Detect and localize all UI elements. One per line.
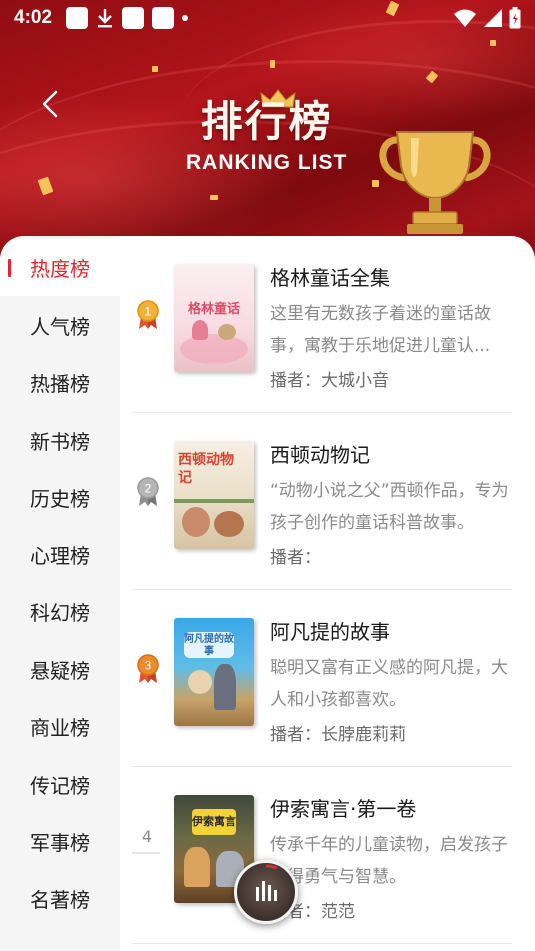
- notification-square-icon: [152, 7, 175, 29]
- book-description: “动物小说之父”西顿作品，专为孩子创作的童话科普故事。: [270, 481, 509, 533]
- sidebar-item-label: 商业榜: [30, 716, 90, 740]
- book-item[interactable]: 1 格林童话 格林童话全集 这里有无数孩子着迷的童话故事，寓教于乐地促进儿童认.…: [132, 236, 512, 413]
- cover-art: [214, 664, 236, 710]
- book-cover[interactable]: 西顿动物记: [174, 441, 254, 549]
- sidebar-item-label: 悬疑榜: [30, 659, 90, 683]
- sidebar-item-scifi[interactable]: 科幻榜: [0, 583, 120, 640]
- page-title-en: RANKING LIST: [186, 151, 348, 174]
- category-sidebar: 热度榜 人气榜 热播榜 新书榜 历史榜 心理榜 科幻榜 悬疑榜 商业榜 传记榜: [0, 236, 120, 951]
- active-indicator: [8, 259, 11, 277]
- book-list: 1 格林童话 格林童话全集 这里有无数孩子着迷的童话故事，寓教于乐地促进儿童认.…: [120, 236, 535, 951]
- cover-art: [180, 334, 248, 364]
- book-item[interactable]: 3 阿凡提的故事 阿凡提的故事 聪明又富有正义感的阿凡提，大人和小孩都喜欢。 播…: [132, 590, 512, 767]
- confetti: [210, 195, 218, 200]
- book-title: 格林童话全集: [270, 266, 390, 290]
- status-system-icons: [453, 7, 521, 29]
- cover-art: [188, 670, 212, 694]
- download-icon: [98, 9, 113, 28]
- book-narrator: 播者：长脖鹿莉莉: [270, 725, 406, 745]
- confetti: [270, 60, 275, 68]
- book-description: 聪明又富有正义感的阿凡提，大人和小孩都喜欢。: [270, 658, 508, 710]
- book-title: 伊索寓言·第一卷: [270, 797, 417, 821]
- cover-art: [182, 507, 210, 537]
- sidebar-item-label: 人气榜: [30, 315, 90, 339]
- cover-title: 西顿动物记: [178, 452, 234, 486]
- sidebar-item-most-played[interactable]: 热播榜: [0, 354, 120, 411]
- ranking-content: 热度榜 人气榜 热播榜 新书榜 历史榜 心理榜 科幻榜 悬疑榜 商业榜 传记榜: [0, 236, 535, 951]
- gold-medal-icon: 1: [137, 300, 159, 329]
- sidebar-item-biography[interactable]: 传记榜: [0, 756, 120, 813]
- rank-underline: [132, 852, 160, 854]
- rank-number: 3: [145, 659, 152, 673]
- silver-medal-icon: 2: [137, 477, 159, 506]
- trophy-icon: [379, 131, 491, 234]
- floating-player-button[interactable]: [234, 860, 298, 924]
- sidebar-item-label: 新书榜: [30, 430, 90, 454]
- book-title: 西顿动物记: [270, 443, 370, 467]
- sidebar-item-mystery[interactable]: 悬疑榜: [0, 641, 120, 698]
- sidebar-item-history[interactable]: 历史榜: [0, 469, 120, 526]
- status-notifications: [66, 7, 189, 29]
- cover-art: [184, 847, 210, 887]
- sidebar-item-popular[interactable]: 人气榜: [0, 297, 120, 354]
- sidebar-item-label: 名著榜: [30, 888, 90, 912]
- sidebar-item-label: 科幻榜: [30, 601, 90, 625]
- audio-bars-icon: [256, 864, 278, 901]
- book-cover[interactable]: 阿凡提的故事: [174, 618, 254, 726]
- sidebar-item-label: 军事榜: [30, 831, 90, 855]
- cover-art: [214, 511, 244, 537]
- cover-title: 阿凡提的故事: [184, 634, 234, 657]
- sidebar-item-label: 历史榜: [30, 487, 90, 511]
- bronze-medal-icon: 3: [137, 654, 159, 683]
- cover-title: 格林童话: [187, 302, 240, 317]
- sidebar-item-label: 传记榜: [30, 774, 90, 798]
- rank-number: 4: [141, 827, 153, 846]
- sidebar-item-new-books[interactable]: 新书榜: [0, 412, 120, 469]
- book-item[interactable]: 4 伊索寓言 伊索寓言·第一卷 传承千年的儿童读物，启发孩子获得勇气与智慧。 播…: [132, 767, 512, 944]
- page-title-cn: 排行榜: [200, 97, 333, 146]
- back-button[interactable]: [30, 84, 70, 124]
- sidebar-item-psychology[interactable]: 心理榜: [0, 526, 120, 583]
- confetti: [490, 40, 496, 46]
- sidebar-item-label: 热播榜: [30, 372, 90, 396]
- book-title: 阿凡提的故事: [270, 620, 390, 644]
- signal-icon: [484, 9, 502, 27]
- notification-square-icon: [66, 7, 89, 29]
- book-narrator: 播者：大城小音: [270, 371, 389, 391]
- book-description: 传承千年的儿童读物，启发孩子获得勇气与智慧。: [270, 835, 508, 887]
- dot-icon: [182, 15, 189, 21]
- status-bar: 4:02: [0, 0, 535, 36]
- wifi-icon: [454, 9, 476, 27]
- sidebar-item-business[interactable]: 商业榜: [0, 698, 120, 755]
- rank-number: 2: [145, 482, 152, 496]
- sidebar-item-military[interactable]: 军事榜: [0, 813, 120, 870]
- sidebar-item-label: 热度榜: [30, 257, 90, 281]
- page-title: 排行榜 RANKING LIST: [186, 88, 347, 175]
- chevron-left-icon: [42, 90, 58, 118]
- book-cover[interactable]: 格林童话: [174, 264, 254, 372]
- sidebar-item-classics[interactable]: 名著榜: [0, 870, 120, 927]
- sidebar-item-hot[interactable]: 热度榜: [0, 239, 120, 296]
- cover-art: [174, 499, 254, 503]
- book-description: 这里有无数孩子着迷的童话故事，寓教于乐地促进儿童认...: [270, 304, 491, 356]
- sidebar-item-label: 心理榜: [30, 544, 90, 568]
- status-time: 4:02: [14, 7, 53, 28]
- cover-art: [218, 324, 236, 340]
- notification-square-icon: [122, 7, 145, 29]
- book-item[interactable]: 2 西顿动物记 西顿动物记 “动物小说之父”西顿作品，专为孩子创作的童话科普故事…: [132, 413, 512, 590]
- cover-title: 伊索寓言: [192, 815, 236, 828]
- book-narrator: 播者：: [270, 548, 321, 568]
- confetti: [152, 66, 158, 72]
- rank-number: 1: [145, 305, 152, 319]
- battery-icon: [509, 7, 521, 29]
- cover-art: [192, 320, 208, 340]
